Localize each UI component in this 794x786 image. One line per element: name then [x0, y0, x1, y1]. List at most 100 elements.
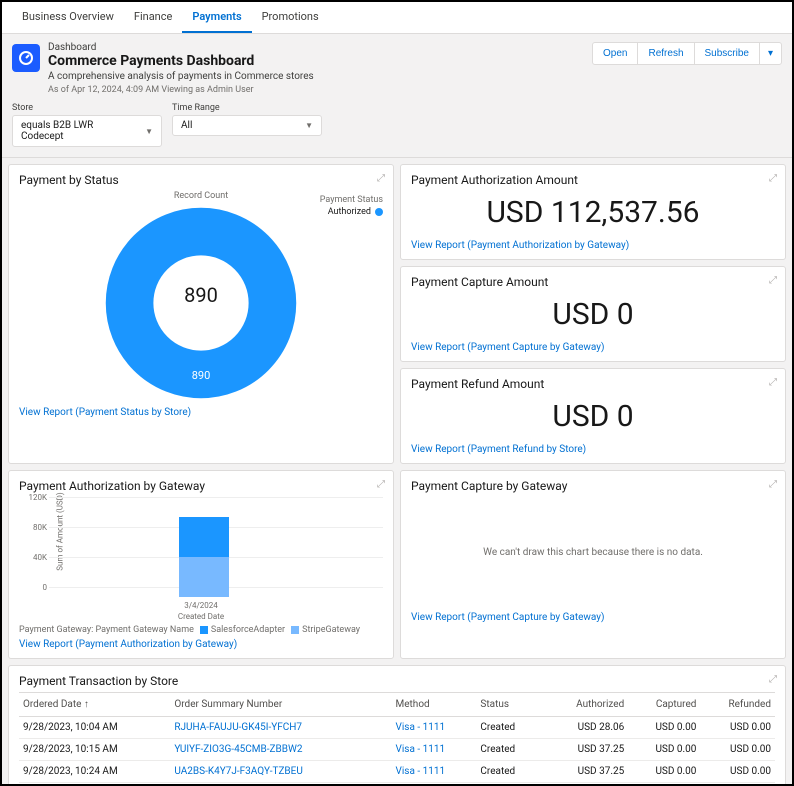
- filter-timerange-label: Time Range: [172, 103, 322, 113]
- y-tick: 0: [27, 583, 47, 592]
- x-axis-label: Created Date: [19, 612, 383, 621]
- table-cell: USD 0.00: [700, 783, 775, 786]
- page-title: Commerce Payments Dashboard: [48, 53, 314, 69]
- table-header[interactable]: Status: [476, 693, 539, 717]
- transactions-table: Ordered Date ↑Order Summary NumberMethod…: [19, 692, 775, 786]
- metric-value: USD 112,537.56: [411, 191, 775, 236]
- bar-segment-stripe: [179, 557, 229, 597]
- table-cell: USD 28.06: [539, 717, 628, 739]
- metric-value: USD 0: [411, 293, 775, 338]
- table-cell: YUIYF-ZIO3G-45CMB-ZBBW2: [170, 739, 391, 761]
- card-title: Payment Refund Amount: [411, 377, 775, 391]
- breadcrumb: Dashboard: [48, 42, 314, 53]
- expand-icon[interactable]: ⤢: [377, 173, 385, 184]
- table-cell-link[interactable]: Visa - 1111: [396, 744, 446, 755]
- table-cell: 9/28/2023, 10:15 AM: [19, 739, 170, 761]
- view-report-link[interactable]: View Report (Payment Capture by Gateway): [411, 612, 605, 623]
- chevron-down-icon: ▼: [145, 127, 153, 136]
- table-cell-link[interactable]: RJUHA-FAUJU-GK45I-YFCH7: [174, 722, 302, 733]
- expand-icon[interactable]: ⤢: [769, 173, 777, 184]
- refresh-button[interactable]: Refresh: [637, 42, 694, 65]
- donut-slice-label: 890: [19, 369, 383, 382]
- table-cell: UA2BS-K4Y7J-F3AQY-TZBEU: [170, 761, 391, 783]
- table-row: 9/28/2023, 10:04 AM RJUHA-FAUJU-GK45I-YFC…: [19, 717, 775, 739]
- table-header[interactable]: Refunded: [700, 693, 775, 717]
- table-cell-link[interactable]: Visa - 1111: [396, 722, 446, 733]
- expand-icon[interactable]: ⤢: [377, 479, 385, 490]
- filter-timerange-value: All: [181, 120, 192, 131]
- table-header[interactable]: Order Summary Number: [170, 693, 391, 717]
- tab-finance[interactable]: Finance: [124, 2, 182, 33]
- expand-icon[interactable]: ⤢: [769, 674, 777, 685]
- table-cell: USD 0.00: [628, 761, 700, 783]
- subscribe-button[interactable]: Subscribe: [694, 42, 760, 65]
- legend-item-label: SalesforceAdapter: [211, 625, 285, 635]
- view-report-link[interactable]: View Report (Payment Refund by Store): [411, 444, 586, 455]
- table-cell: USD 660.93: [539, 783, 628, 786]
- view-report-link[interactable]: View Report (Payment Authorization by Ga…: [19, 639, 237, 650]
- expand-icon[interactable]: ⤢: [769, 377, 777, 388]
- filter-store-label: Store: [12, 103, 162, 113]
- card-title: Payment Authorization by Gateway: [19, 479, 383, 493]
- table-cell: USD 37.25: [539, 761, 628, 783]
- table-header[interactable]: Ordered Date ↑: [19, 693, 170, 717]
- tab-business-overview[interactable]: Business Overview: [12, 2, 124, 33]
- more-actions-button[interactable]: ▾: [759, 42, 782, 65]
- donut-center-value: 890: [19, 283, 383, 307]
- card-title: Payment Capture Amount: [411, 275, 775, 289]
- table-cell: USD 37.25: [539, 739, 628, 761]
- table-header[interactable]: Captured: [628, 693, 700, 717]
- tab-promotions[interactable]: Promotions: [252, 2, 329, 33]
- x-tick-label: 3/4/2024: [19, 601, 383, 610]
- card-refund-amount: ⤢ Payment Refund Amount USD 0 View Repor…: [400, 368, 786, 464]
- record-count-label: Record Count: [174, 191, 228, 201]
- card-transactions: ⤢ Payment Transaction by Store Ordered D…: [8, 665, 786, 786]
- expand-icon[interactable]: ⤢: [769, 275, 777, 286]
- metric-value: USD 0: [411, 395, 775, 440]
- gateway-legend: Payment Gateway: Payment Gateway Name Sa…: [19, 625, 383, 635]
- table-header[interactable]: Method: [392, 693, 477, 717]
- table-cell-link[interactable]: YUIYF-ZIO3G-45CMB-ZBBW2: [174, 744, 302, 755]
- legend-swatch: [291, 626, 299, 634]
- table-cell: Visa - 1111: [392, 761, 477, 783]
- table-cell-link[interactable]: Visa - 1111: [396, 766, 446, 777]
- tab-payments[interactable]: Payments: [182, 2, 251, 33]
- top-tabs: Business Overview Finance Payments Promo…: [2, 2, 792, 34]
- table-row: 9/28/2023, 10:24 AM UA2BS-K4Y7J-F3AQY-TZB…: [19, 761, 775, 783]
- table-cell: Created: [476, 739, 539, 761]
- expand-icon[interactable]: ⤢: [769, 479, 777, 490]
- open-button[interactable]: Open: [592, 42, 638, 65]
- filter-timerange-select[interactable]: All ▼: [172, 115, 322, 136]
- table-cell: 5NETC-R3VNY-BKDY4-RHLHL: [170, 783, 391, 786]
- card-title: Payment by Status: [19, 173, 383, 187]
- card-title: Payment Capture by Gateway: [411, 479, 775, 493]
- table-cell: USD 0.00: [628, 783, 700, 786]
- card-capture-by-gateway: ⤢ Payment Capture by Gateway We can't dr…: [400, 470, 786, 659]
- table-header[interactable]: Authorized: [539, 693, 628, 717]
- table-cell: 9/28/2023, 10:24 AM: [19, 761, 170, 783]
- table-cell: USD 0.00: [700, 761, 775, 783]
- card-capture-amount: ⤢ Payment Capture Amount USD 0 View Repo…: [400, 266, 786, 362]
- legend-swatch: [200, 626, 208, 634]
- legend-prefix: Payment Gateway: Payment Gateway Name: [19, 625, 194, 635]
- view-report-link[interactable]: View Report (Payment Authorization by Ga…: [411, 240, 629, 251]
- table-cell-link[interactable]: UA2BS-K4Y7J-F3AQY-TZBEU: [174, 766, 302, 777]
- dashboard-icon: [12, 44, 40, 72]
- table-cell: USD 0.00: [700, 717, 775, 739]
- bar-segment-salesforce: [179, 517, 229, 557]
- table-cell: 9/28/2023, 10:24 AM: [19, 783, 170, 786]
- page-subtitle: A comprehensive analysis of payments in …: [48, 71, 314, 82]
- view-report-link[interactable]: View Report (Payment Status by Store): [19, 407, 191, 418]
- table-cell: Created: [476, 783, 539, 786]
- no-data-message: We can't draw this chart because there i…: [411, 497, 775, 608]
- y-tick: 80K: [27, 523, 47, 532]
- table-cell: USD 0.00: [700, 739, 775, 761]
- table-cell: USD 0.00: [628, 717, 700, 739]
- table-cell: 9/28/2023, 10:04 AM: [19, 717, 170, 739]
- view-report-link[interactable]: View Report (Payment Capture by Gateway): [411, 342, 605, 353]
- table-cell: Visa - 1111: [392, 783, 477, 786]
- filter-store-select[interactable]: equals B2B LWR Codecept ▼: [12, 115, 162, 147]
- chevron-down-icon: ▼: [305, 121, 313, 130]
- table-row: 9/28/2023, 10:24 AM5NETC-R3VNY-BKDY4-RHL…: [19, 783, 775, 786]
- filter-store-value: equals B2B LWR Codecept: [21, 120, 137, 142]
